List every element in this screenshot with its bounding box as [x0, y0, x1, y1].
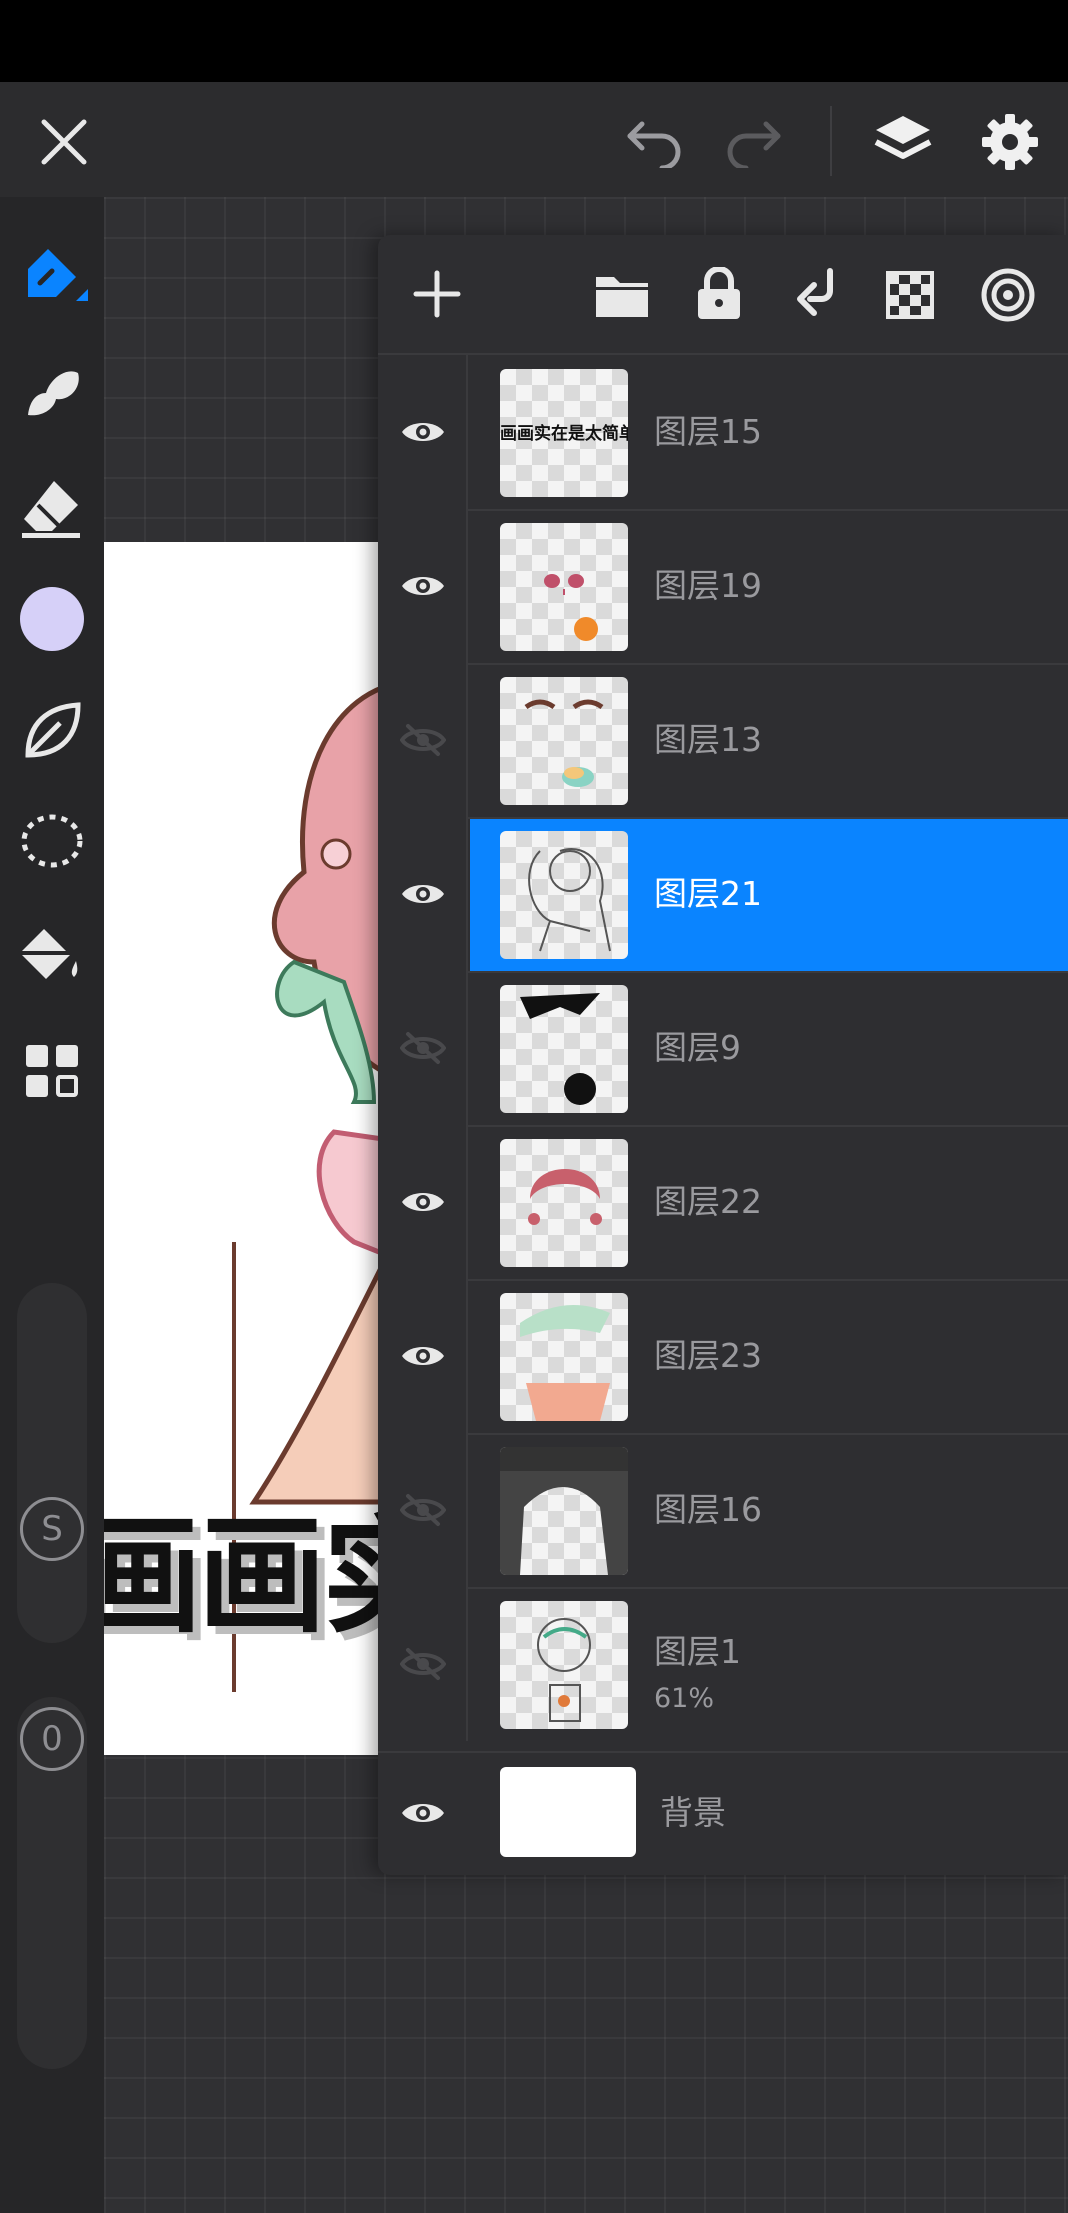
layer-thumbnail — [500, 831, 628, 959]
row-divider — [468, 971, 1068, 973]
eraser-icon[interactable] — [18, 475, 84, 541]
layer-thumbnail — [500, 523, 628, 651]
left-toolbar: S 0 — [0, 197, 104, 2213]
thumbnail-art — [537, 1618, 591, 1722]
layer-thumbnail — [500, 1601, 628, 1729]
eye-column-divider — [466, 509, 468, 663]
row-divider — [468, 1587, 1068, 1589]
eye-column-divider — [466, 971, 468, 1125]
opacity-badge: 0 — [20, 1707, 84, 1771]
plus-icon[interactable] — [412, 269, 462, 319]
layer-row[interactable]: 图层22 — [378, 1125, 1068, 1279]
smudge-icon[interactable] — [20, 359, 84, 423]
grid-apps-icon[interactable] — [22, 1041, 82, 1101]
thumbnail-art — [500, 1447, 628, 1575]
thumbnail-art — [520, 993, 600, 1105]
layer-name: 图层19 — [654, 566, 762, 605]
background-layer-row[interactable]: 背景 — [378, 1751, 1068, 1875]
leaf-shape-icon[interactable] — [20, 699, 84, 763]
layer-opacity: 61% — [654, 1683, 715, 1714]
hidden-eye-icon[interactable] — [378, 1587, 468, 1741]
layers-panel: 画画实在是太简单啦! 图层15 图层19 图层13 图层21 图层9 图层22 图层23 图层1… — [378, 235, 1068, 1875]
row-divider — [468, 817, 1068, 819]
brush-size-slider[interactable] — [17, 1283, 87, 1643]
eye-column-divider — [466, 1279, 468, 1433]
row-divider — [468, 509, 1068, 511]
lock-icon[interactable] — [694, 267, 744, 321]
row-divider — [468, 663, 1068, 665]
visibility-eye-icon[interactable] — [378, 1279, 468, 1433]
layer-row[interactable]: 图层23 — [378, 1279, 1068, 1433]
gear-icon[interactable] — [980, 112, 1040, 172]
layer-name: 图层9 — [654, 1028, 741, 1067]
layer-row[interactable]: 图层13 — [378, 663, 1068, 817]
background-layer-name: 背景 — [660, 1793, 726, 1832]
layer-thumbnail — [500, 1447, 628, 1575]
layer-thumbnail: 画画实在是太简单啦! — [500, 369, 628, 497]
eye-column-divider — [466, 355, 468, 509]
lasso-select-icon[interactable] — [18, 811, 86, 875]
merge-down-icon[interactable] — [792, 267, 836, 321]
layer-name: 图层15 — [654, 412, 762, 451]
visibility-eye-icon[interactable] — [378, 817, 468, 971]
thumbnail-art — [528, 1169, 602, 1225]
transparency-checker-icon[interactable] — [886, 271, 934, 319]
layer-row[interactable]: 图层16 — [378, 1433, 1068, 1587]
visibility-eye-icon[interactable] — [378, 1125, 468, 1279]
visibility-eye-icon[interactable] — [378, 1751, 468, 1875]
layer-row[interactable]: 画画实在是太简单啦! 图层15 — [378, 355, 1068, 509]
layer-row[interactable]: 图层1 61% — [378, 1587, 1068, 1741]
hidden-eye-icon[interactable] — [378, 663, 468, 817]
layer-name: 图层16 — [654, 1490, 762, 1529]
hidden-eye-icon[interactable] — [378, 1433, 468, 1587]
color-swatch[interactable] — [20, 587, 84, 651]
row-divider — [468, 1279, 1068, 1281]
eye-column-divider — [466, 1587, 468, 1741]
target-icon[interactable] — [980, 267, 1036, 323]
eye-column-divider — [466, 817, 468, 971]
layers-icon[interactable] — [872, 112, 934, 172]
layer-name: 图层21 — [654, 874, 762, 913]
artwork-text: 画画实 — [104, 1502, 404, 1651]
layer-name: 图层23 — [654, 1336, 762, 1375]
thumbnail-art — [520, 1305, 610, 1421]
layer-row[interactable]: 图层19 — [378, 509, 1068, 663]
redo-icon[interactable] — [722, 116, 784, 168]
hidden-eye-icon[interactable] — [378, 971, 468, 1125]
layer-thumbnail — [500, 1139, 628, 1267]
thumbnail-art — [544, 574, 598, 641]
layer-row[interactable]: 图层21 — [378, 817, 1068, 971]
visibility-eye-icon[interactable] — [378, 509, 468, 663]
eye-column-divider — [466, 663, 468, 817]
row-divider — [468, 1125, 1068, 1127]
status-bar — [0, 0, 1068, 82]
row-divider — [468, 1433, 1068, 1435]
thumbnail-art — [524, 699, 604, 787]
layer-name: 图层13 — [654, 720, 762, 759]
eye-column-divider — [466, 1125, 468, 1279]
artwork-canvas[interactable]: 画画实 — [104, 542, 404, 1755]
eye-column-divider — [466, 1433, 468, 1587]
paint-bucket-icon[interactable] — [16, 925, 86, 989]
layer-row[interactable]: 图层9 — [378, 971, 1068, 1125]
close-icon[interactable] — [36, 114, 92, 170]
thumbnail-text: 画画实在是太简单啦! — [500, 424, 628, 444]
layer-thumbnail — [500, 1293, 628, 1421]
toolbar-divider — [830, 106, 832, 176]
layer-name: 图层22 — [654, 1182, 762, 1221]
layer-thumbnail — [500, 985, 628, 1113]
background-thumbnail — [500, 1767, 636, 1857]
thumbnail-art — [528, 848, 611, 952]
layers-panel-toolbar — [378, 235, 1068, 353]
folder-icon[interactable] — [594, 271, 650, 319]
visibility-eye-icon[interactable] — [378, 355, 468, 509]
layer-thumbnail — [500, 677, 628, 805]
layer-name-text: 图层1 — [654, 1632, 741, 1671]
size-badge: S — [20, 1497, 84, 1561]
undo-icon[interactable] — [624, 116, 686, 168]
brush-icon[interactable] — [18, 243, 88, 313]
layer-name: 图层1 61% — [654, 1625, 741, 1714]
top-toolbar — [0, 82, 1068, 197]
